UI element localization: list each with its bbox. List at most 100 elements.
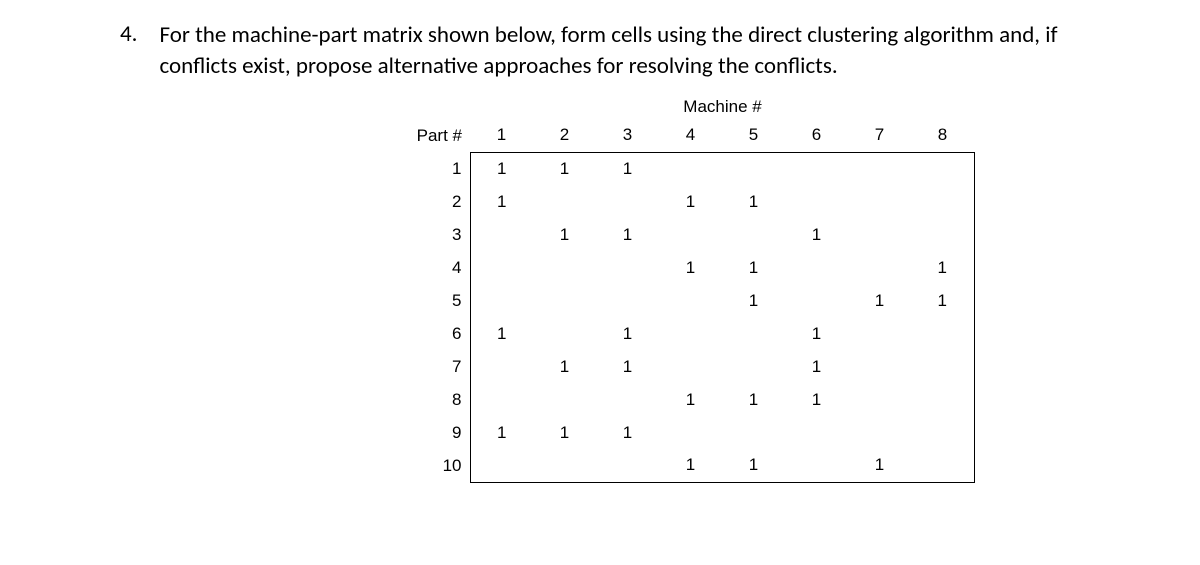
cell bbox=[659, 218, 722, 251]
part-row-label: 10 bbox=[400, 449, 470, 482]
part-row-label: 2 bbox=[400, 185, 470, 218]
cell: 1 bbox=[470, 152, 533, 185]
cell: 1 bbox=[785, 317, 848, 350]
cell bbox=[722, 317, 785, 350]
cell bbox=[911, 383, 974, 416]
cell bbox=[722, 350, 785, 383]
part-row-label: 4 bbox=[400, 251, 470, 284]
cell: 1 bbox=[533, 218, 596, 251]
cell bbox=[785, 449, 848, 482]
cell bbox=[848, 251, 911, 284]
cell: 1 bbox=[659, 449, 722, 482]
cell bbox=[470, 350, 533, 383]
part-row-label: 8 bbox=[400, 383, 470, 416]
machine-col-3: 3 bbox=[596, 119, 659, 152]
cell bbox=[470, 251, 533, 284]
table-row: 4 1 1 1 bbox=[400, 251, 974, 284]
cell bbox=[470, 449, 533, 482]
cell bbox=[911, 185, 974, 218]
cell: 1 bbox=[596, 152, 659, 185]
machine-col-6: 6 bbox=[785, 119, 848, 152]
cell bbox=[596, 383, 659, 416]
cell bbox=[911, 317, 974, 350]
corner-label: Part # bbox=[400, 119, 470, 152]
cell bbox=[848, 383, 911, 416]
cell bbox=[785, 185, 848, 218]
cell bbox=[848, 185, 911, 218]
cell: 1 bbox=[533, 152, 596, 185]
cell: 1 bbox=[596, 317, 659, 350]
cell bbox=[470, 218, 533, 251]
cell bbox=[533, 383, 596, 416]
table-row: 6 1 1 1 bbox=[400, 317, 974, 350]
cell bbox=[659, 416, 722, 449]
cell bbox=[911, 350, 974, 383]
cell: 1 bbox=[722, 284, 785, 317]
cell: 1 bbox=[596, 350, 659, 383]
cell: 1 bbox=[659, 383, 722, 416]
cell bbox=[533, 251, 596, 284]
part-row-label: 1 bbox=[400, 152, 470, 185]
cell bbox=[470, 284, 533, 317]
cell: 1 bbox=[722, 449, 785, 482]
cell: 1 bbox=[785, 218, 848, 251]
cell: 1 bbox=[785, 350, 848, 383]
matrix-container: Machine # Part # 1 2 3 4 5 6 7 8 1 1 1 1 bbox=[400, 97, 1080, 483]
cell bbox=[659, 317, 722, 350]
cell bbox=[470, 383, 533, 416]
cell bbox=[848, 152, 911, 185]
part-row-label: 7 bbox=[400, 350, 470, 383]
cell bbox=[722, 218, 785, 251]
cell bbox=[848, 317, 911, 350]
cell bbox=[785, 284, 848, 317]
cell: 1 bbox=[533, 350, 596, 383]
part-row-label: 6 bbox=[400, 317, 470, 350]
cell bbox=[848, 416, 911, 449]
machine-part-matrix: Part # 1 2 3 4 5 6 7 8 1 1 1 1 bbox=[400, 119, 975, 483]
cell: 1 bbox=[470, 416, 533, 449]
cell: 1 bbox=[722, 185, 785, 218]
cell: 1 bbox=[659, 185, 722, 218]
cell bbox=[848, 350, 911, 383]
table-row: 9 1 1 1 bbox=[400, 416, 974, 449]
question-text: For the machine-part matrix shown below,… bbox=[159, 20, 1080, 82]
machine-col-2: 2 bbox=[533, 119, 596, 152]
cell bbox=[533, 185, 596, 218]
cell bbox=[911, 152, 974, 185]
machine-col-4: 4 bbox=[659, 119, 722, 152]
cell: 1 bbox=[470, 185, 533, 218]
cell bbox=[722, 416, 785, 449]
cell bbox=[533, 449, 596, 482]
cell bbox=[596, 251, 659, 284]
cell bbox=[533, 284, 596, 317]
cell bbox=[596, 284, 659, 317]
cell bbox=[659, 152, 722, 185]
table-row: 8 1 1 1 bbox=[400, 383, 974, 416]
cell: 1 bbox=[470, 317, 533, 350]
cell: 1 bbox=[596, 218, 659, 251]
machine-col-1: 1 bbox=[470, 119, 533, 152]
header-row: Part # 1 2 3 4 5 6 7 8 bbox=[400, 119, 974, 152]
cell: 1 bbox=[911, 284, 974, 317]
cell bbox=[911, 218, 974, 251]
cell: 1 bbox=[722, 251, 785, 284]
cell: 1 bbox=[533, 416, 596, 449]
cell bbox=[659, 350, 722, 383]
machine-col-7: 7 bbox=[848, 119, 911, 152]
cell bbox=[785, 416, 848, 449]
cell bbox=[596, 185, 659, 218]
cell bbox=[785, 251, 848, 284]
part-row-label: 9 bbox=[400, 416, 470, 449]
part-row-label: 3 bbox=[400, 218, 470, 251]
cell bbox=[596, 449, 659, 482]
table-row: 3 1 1 1 bbox=[400, 218, 974, 251]
question-number: 4. bbox=[120, 20, 137, 82]
machine-col-5: 5 bbox=[722, 119, 785, 152]
cell bbox=[911, 416, 974, 449]
cell bbox=[848, 218, 911, 251]
cell: 1 bbox=[596, 416, 659, 449]
cell: 1 bbox=[848, 449, 911, 482]
machine-header-label: Machine # bbox=[470, 97, 975, 117]
table-row: 1 1 1 1 bbox=[400, 152, 974, 185]
cell bbox=[911, 449, 974, 482]
